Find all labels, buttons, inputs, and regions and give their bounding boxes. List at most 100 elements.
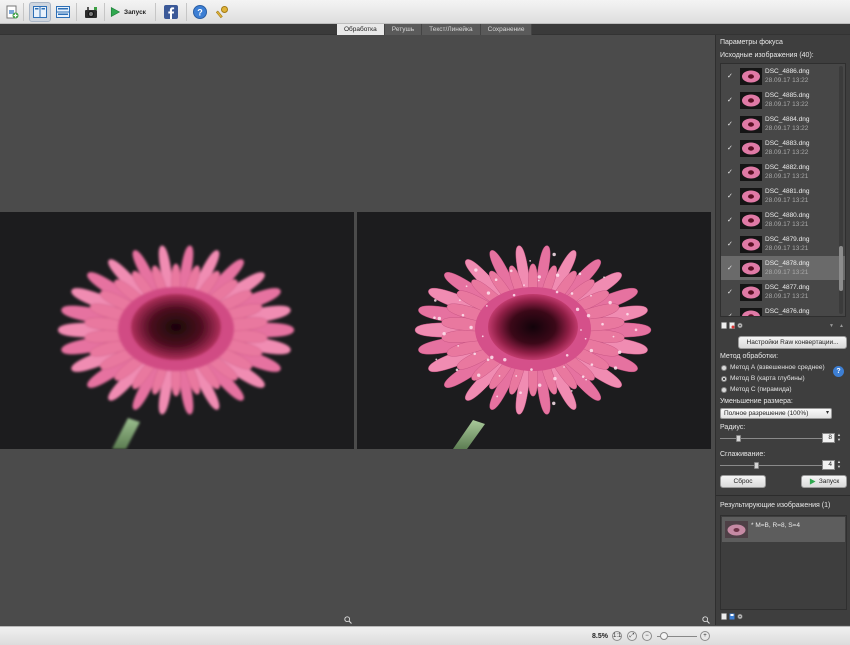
result-image-list[interactable]: * M=B, R=8, S=4 <box>720 515 847 610</box>
camera-icon <box>85 7 97 18</box>
camera-button[interactable] <box>83 2 99 22</box>
water-drop <box>552 401 556 406</box>
scroll-up-arrow-icon[interactable]: ▲ <box>839 323 844 329</box>
source-image-preview[interactable] <box>0 212 354 449</box>
radio-button[interactable] <box>721 364 727 371</box>
add-images-button[interactable] <box>4 2 20 22</box>
gear-icon[interactable] <box>737 322 743 329</box>
result-list-actions <box>721 613 743 620</box>
source-list-scrollbar[interactable] <box>838 66 844 314</box>
smoothing-slider[interactable] <box>720 462 822 469</box>
source-list-item[interactable]: ✓ DSC_4880.dng 28.09.17 13:21 <box>721 208 845 232</box>
add-file-icon[interactable] <box>721 322 727 329</box>
source-list-item[interactable]: ✓ DSC_4886.dng 28.09.17 13:22 <box>721 64 845 88</box>
include-checkbox[interactable]: ✓ <box>727 145 734 152</box>
radius-input[interactable]: 8 <box>822 433 835 443</box>
include-checkbox[interactable]: ✓ <box>727 97 734 104</box>
result-image-preview[interactable] <box>357 212 711 449</box>
smoothing-title: Сглаживание: <box>720 451 766 458</box>
fit-window-button[interactable]: ⤢ <box>627 631 637 641</box>
source-list-item[interactable]: ✓ DSC_4884.dng 28.09.17 13:22 <box>721 112 845 136</box>
zoom-slider[interactable] <box>657 631 697 641</box>
file-icon[interactable] <box>721 613 727 620</box>
source-thumbnail <box>740 139 762 157</box>
include-checkbox[interactable]: ✓ <box>727 73 734 80</box>
water-drop <box>474 268 478 272</box>
license-key-button[interactable] <box>214 2 230 22</box>
source-file-name: DSC_4885.dng <box>765 92 810 99</box>
water-drop <box>523 284 525 287</box>
method-help-icon[interactable]: ? <box>833 366 844 377</box>
source-thumbnail <box>740 283 762 301</box>
source-file-date: 28.09.17 13:22 <box>765 77 809 84</box>
source-list-item[interactable]: ✓ DSC_4882.dng 28.09.17 13:21 <box>721 160 845 184</box>
result-label: * M=B, R=8, S=4 <box>751 521 800 529</box>
tab-text-ruler[interactable]: Текст/Линейка <box>422 24 481 35</box>
source-thumbnail <box>740 211 762 229</box>
method-a-radio[interactable]: Метод А (взвешенное среднее) <box>721 364 825 371</box>
water-drop <box>553 376 557 381</box>
smoothing-input[interactable]: 4 <box>822 460 835 470</box>
raw-settings-button[interactable]: Настройки Raw конвертации... <box>738 336 847 349</box>
tab-retouch[interactable]: Ретушь <box>384 24 423 35</box>
radio-button[interactable] <box>721 375 727 382</box>
smoothing-slider-knob[interactable] <box>754 462 759 469</box>
remove-file-icon[interactable] <box>729 322 735 329</box>
include-checkbox[interactable]: ✓ <box>727 265 734 272</box>
source-thumbnail <box>740 91 762 109</box>
help-button[interactable]: ? <box>192 2 208 22</box>
water-drop <box>584 337 587 340</box>
method-b-radio[interactable]: Метод В (карта глубины) <box>721 375 805 382</box>
source-list-item[interactable]: ✓ DSC_4881.dng 28.09.17 13:21 <box>721 184 845 208</box>
include-checkbox[interactable]: ✓ <box>727 313 734 317</box>
water-drop <box>570 389 573 392</box>
radio-button[interactable] <box>721 386 727 393</box>
source-list-item[interactable]: ✓ DSC_4879.dng 28.09.17 13:21 <box>721 232 845 256</box>
source-image-list[interactable]: ✓ DSC_4886.dng 28.09.17 13:22 ✓ DSC_4885.dng… <box>720 63 846 317</box>
actual-size-button[interactable]: 1:1 <box>612 631 622 641</box>
toolbar-separator <box>155 3 156 21</box>
split-view-button[interactable] <box>29 2 51 22</box>
zoom-in-icon[interactable] <box>344 616 352 624</box>
tab-processing[interactable]: Обработка <box>337 24 385 35</box>
tab-save[interactable]: Сохранение <box>480 24 533 35</box>
radius-slider-knob[interactable] <box>736 435 741 442</box>
zoom-slider-knob[interactable] <box>660 632 669 640</box>
stacked-view-button[interactable] <box>54 2 72 22</box>
source-list-item[interactable]: ✓ DSC_4878.dng 28.09.17 13:21 <box>721 256 845 280</box>
smoothing-stepper[interactable]: ▲ ▼ <box>837 459 842 470</box>
source-list-item[interactable]: ✓ DSC_4876.dng28.09.17 13:21 <box>721 304 845 317</box>
preview-canvas[interactable] <box>0 35 715 625</box>
zoom-in-button[interactable]: + <box>700 631 710 641</box>
source-list-item[interactable]: ✓ DSC_4883.dng 28.09.17 13:22 <box>721 136 845 160</box>
include-checkbox[interactable]: ✓ <box>727 241 734 248</box>
gear-icon[interactable] <box>737 613 743 620</box>
zoom-level: 8.5% <box>592 633 608 640</box>
method-c-radio[interactable]: Метод С (пирамида) <box>721 386 792 393</box>
water-drop <box>578 272 582 276</box>
zoom-in-icon[interactable] <box>702 616 710 624</box>
include-checkbox[interactable]: ✓ <box>727 217 734 224</box>
include-checkbox[interactable]: ✓ <box>727 169 734 176</box>
source-list-item[interactable]: ✓ DSC_4877.dng 28.09.17 13:21 <box>721 280 845 304</box>
facebook-button[interactable] <box>162 2 180 22</box>
include-checkbox[interactable]: ✓ <box>727 193 734 200</box>
run-toolbar-button[interactable]: Запуск <box>109 2 147 22</box>
result-list-item[interactable]: * M=B, R=8, S=4 <box>722 517 845 542</box>
include-checkbox[interactable]: ✓ <box>727 289 734 296</box>
downsize-select[interactable]: Полное разрешение (100%) ▾ <box>720 408 832 419</box>
source-file-date: 28.09.17 13:21 <box>765 197 809 204</box>
svg-text:?: ? <box>197 7 203 17</box>
water-drop <box>612 335 615 338</box>
water-drop <box>608 300 612 305</box>
radius-slider[interactable] <box>720 435 822 442</box>
zoom-out-button[interactable]: − <box>642 631 652 641</box>
include-checkbox[interactable]: ✓ <box>727 121 734 128</box>
reset-button[interactable]: Сброс <box>720 475 766 488</box>
radius-stepper[interactable]: ▲ ▼ <box>837 432 842 443</box>
scroll-down-arrow-icon[interactable]: ▼ <box>829 323 834 329</box>
flower-photo-right <box>357 212 711 449</box>
source-list-item[interactable]: ✓ DSC_4885.dng 28.09.17 13:22 <box>721 88 845 112</box>
save-icon[interactable] <box>729 613 735 620</box>
run-button[interactable]: Запуск <box>801 475 847 488</box>
